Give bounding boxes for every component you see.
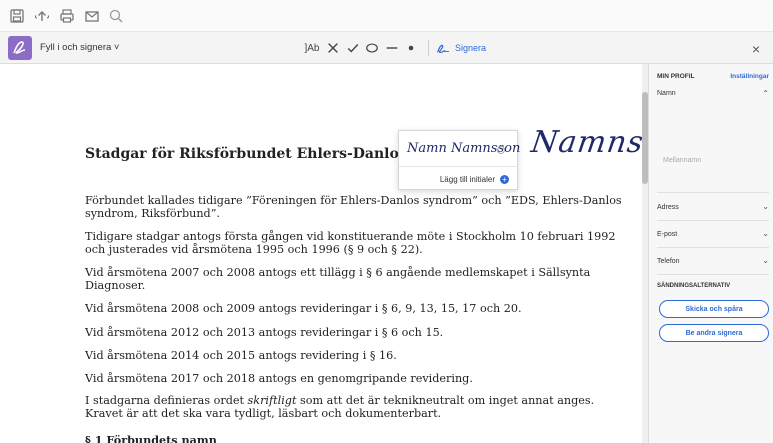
email-icon[interactable] [84,8,100,24]
name-section-label[interactable]: Namn [657,90,769,97]
add-initials-item[interactable]: Lägg till initialer + [399,168,517,190]
toolbar-divider [428,40,429,56]
fill-and-sign-toolbar: Fyll i och signera ˅ ]Ab Signera × [0,32,773,64]
fill-sign-logo-icon [8,36,32,60]
signature-menu: Namn Namnsson Lägg till initialer + [398,130,520,190]
remove-signature-icon[interactable] [497,146,505,154]
dot-tool-icon[interactable] [404,40,418,56]
settings-link[interactable]: Inställningar [730,73,769,80]
chevron-down-icon[interactable]: ⌄ [762,229,769,238]
email-field[interactable]: E-post [657,231,769,238]
divider [657,247,769,248]
paragraph: Vid årsmötena 2012 och 2013 antogs revid… [85,326,444,339]
profile-heading: MIN PROFIL [657,73,695,80]
divider [657,274,769,275]
paragraph: Vid årsmötena 2007 och 2008 antogs ett t… [85,266,591,292]
fill-and-sign-dropdown[interactable]: Fyll i och signera ˅ [40,42,119,53]
right-panel: MIN PROFIL Inställningar Namn ⌃ Mellanna… [648,64,773,443]
circle-tool-icon[interactable] [364,40,380,56]
search-icon[interactable] [108,8,124,24]
chevron-down-icon[interactable]: ⌄ [762,202,769,211]
middle-name-input[interactable]: Mellannamn [663,157,701,164]
divider [657,220,769,221]
add-text-tool[interactable]: ]Ab [303,40,321,56]
line-tool-icon[interactable] [384,40,400,56]
plus-icon: + [500,174,509,184]
send-options-heading: SÄNDNINGSALTERNATIV [657,283,731,289]
send-and-track-button[interactable]: Skicka och spåra [659,300,769,318]
document-viewer: Stadgar för Riksförbundet Ehlers-Danlos … [0,64,702,443]
paragraph: Tidigare stadgar antogs första gången vi… [85,230,616,256]
upload-icon[interactable] [34,8,50,24]
paragraph: Vid årsmötena 2017 och 2018 antogs en ge… [85,372,473,385]
check-tool-icon[interactable] [345,40,361,56]
print-icon[interactable] [59,8,75,24]
paragraph: Vid årsmötena 2008 och 2009 antogs revid… [85,302,522,315]
add-initials-label: Lägg till initialer [439,174,495,184]
top-toolbar [0,0,773,32]
cross-tool-icon[interactable] [325,40,341,56]
phone-field[interactable]: Telefon [657,258,769,265]
close-button[interactable]: × [752,41,760,57]
divider [657,192,769,193]
save-icon[interactable] [9,8,25,24]
sign-button[interactable]: Signera [436,40,486,56]
saved-signature-item[interactable]: Namn Namnsson [399,131,520,167]
paragraph-text: I stadgarna definieras ordet [85,394,248,407]
paragraph-skriftligt: I stadgarna definieras ordet skriftligt … [85,394,630,420]
chevron-down-icon[interactable]: ⌄ [762,256,769,265]
request-signatures-button[interactable]: Be andra signera [659,324,769,342]
address-field[interactable]: Adress [657,204,769,211]
pen-signature-icon [437,44,450,53]
emphasized-word: skriftligt [247,394,297,407]
section-heading: § 1 Förbundets namn [85,433,217,443]
sign-button-label: Signera [455,43,487,53]
paragraph: Förbundet kallades tidigare ”Föreningen … [85,194,622,220]
paragraph: Vid årsmötena 2014 och 2015 antogs revid… [85,349,397,362]
chevron-up-icon[interactable]: ⌃ [762,89,769,98]
